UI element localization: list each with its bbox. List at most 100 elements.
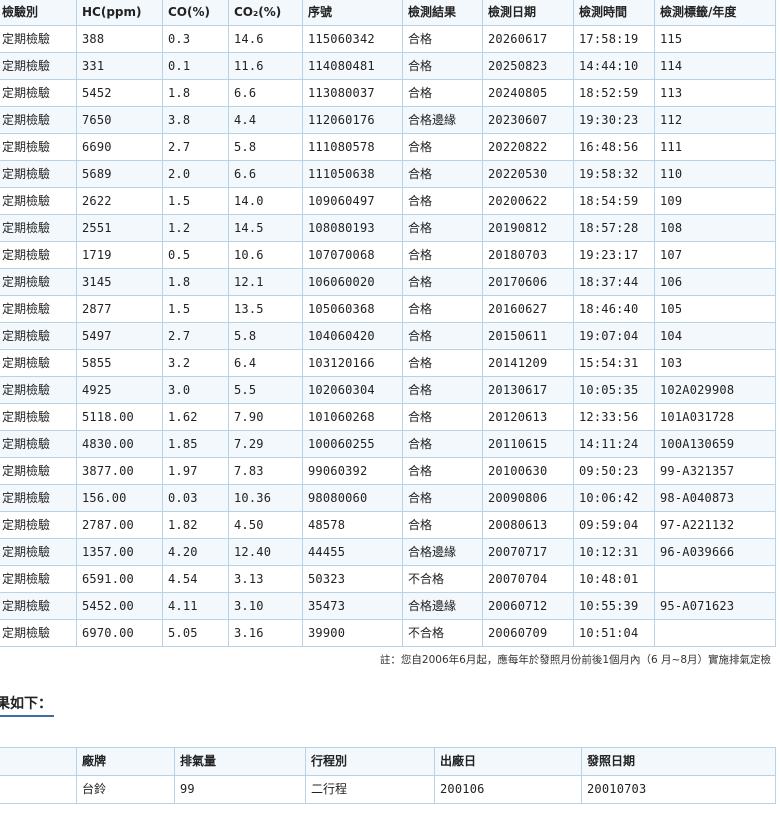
vehicle-header-row: 廠牌 排氣量 行程別 出廠日 發照日期 <box>0 747 776 776</box>
cell-co: 2.0 <box>162 160 229 188</box>
cell-co2: 14.6 <box>228 25 303 53</box>
table-row: 定期檢驗 1357.00 4.20 12.40 44455 合格邊緣 20070717 10:… <box>0 538 776 566</box>
cell-date: 20170606 <box>482 268 574 296</box>
cell-co: 2.7 <box>162 133 229 161</box>
cell-date: 20220822 <box>482 133 574 161</box>
cell-result: 合格 <box>402 322 483 350</box>
cell-inspection-type: 定期檢驗 <box>0 268 77 296</box>
cell-co2: 5.8 <box>228 133 303 161</box>
cell-inspection-type: 定期檢驗 <box>0 349 77 377</box>
cell-hc: 5452.00 <box>76 592 163 620</box>
cell-hc: 2551 <box>76 214 163 242</box>
cell-result: 合格邊緣 <box>402 592 483 620</box>
cell-time: 09:59:04 <box>573 511 655 539</box>
cell-co2: 6.4 <box>228 349 303 377</box>
cell-result: 合格 <box>402 160 483 188</box>
cell-co2: 6.6 <box>228 79 303 107</box>
inspection-table-header: 檢驗別 HC(ppm) CO(%) CO₂(%) 序號 檢測結果 檢測日期 檢測… <box>0 0 776 26</box>
cell-co2: 6.6 <box>228 160 303 188</box>
cell-hc: 388 <box>76 25 163 53</box>
cell-hc: 6591.00 <box>76 565 163 593</box>
cell-result: 合格 <box>402 376 483 404</box>
cell-date: 20100630 <box>482 457 574 485</box>
cell-hc: 156.00 <box>76 484 163 512</box>
cell-co: 4.11 <box>162 592 229 620</box>
cell-result: 合格 <box>402 187 483 215</box>
cell-date: 20240805 <box>482 79 574 107</box>
page-wrapper: 檢驗別 HC(ppm) CO(%) CO₂(%) 序號 檢測結果 檢測日期 檢測… <box>0 0 776 804</box>
cell-result: 合格 <box>402 133 483 161</box>
cell-label-year: 110 <box>654 160 776 188</box>
cell-hc: 5452 <box>76 79 163 107</box>
cell-hc: 5689 <box>76 160 163 188</box>
header-date: 檢測日期 <box>482 0 574 26</box>
cell-label-year: 111 <box>654 133 776 161</box>
cell-inspection-type: 定期檢驗 <box>0 484 77 512</box>
cell-co2: 12.1 <box>228 268 303 296</box>
cell-hc: 6690 <box>76 133 163 161</box>
cell-date: 20190812 <box>482 214 574 242</box>
cell-label-year: 107 <box>654 241 776 269</box>
cell-date: 20200622 <box>482 187 574 215</box>
header-label-year: 檢測標籤/年度 <box>654 0 776 26</box>
cell-hc: 2622 <box>76 187 163 215</box>
header-co: CO(%) <box>162 0 229 26</box>
cell-inspection-type: 定期檢驗 <box>0 52 77 80</box>
header-co2: CO₂(%) <box>228 0 303 26</box>
cell-serial: 111080578 <box>302 133 403 161</box>
cell-time: 18:52:59 <box>573 79 655 107</box>
table-row: 定期檢驗 2877 1.5 13.5 105060368 合格 20160627 18:46:… <box>0 295 776 323</box>
cell-co: 1.5 <box>162 295 229 323</box>
cell-co: 1.82 <box>162 511 229 539</box>
cell-serial: 48578 <box>302 511 403 539</box>
inspection-table-body: 定期檢驗 388 0.3 14.6 115060342 合格 20260617 17:58:1… <box>0 25 776 647</box>
cell-date: 20070704 <box>482 565 574 593</box>
cell-date: 20090806 <box>482 484 574 512</box>
cell-inspection-type: 定期檢驗 <box>0 565 77 593</box>
cell-hc: 5855 <box>76 349 163 377</box>
cell-result: 合格 <box>402 268 483 296</box>
cell-inspection-type: 定期檢驗 <box>0 592 77 620</box>
cell-date: 20141209 <box>482 349 574 377</box>
cell-result: 合格 <box>402 52 483 80</box>
cell-label-year: 96-A039666 <box>654 538 776 566</box>
table-row: 定期檢驗 5497 2.7 5.8 104060420 合格 20150611 19:07:0… <box>0 322 776 350</box>
cell-co2: 14.0 <box>228 187 303 215</box>
cell-serial: 115060342 <box>302 25 403 53</box>
cell-serial: 106060020 <box>302 268 403 296</box>
cell-hc: 2787.00 <box>76 511 163 539</box>
cell-serial: 98080060 <box>302 484 403 512</box>
cell-co2: 10.36 <box>228 484 303 512</box>
cell-serial: 107070068 <box>302 241 403 269</box>
cell-co: 0.03 <box>162 484 229 512</box>
vehicle-header-issue-date: 發照日期 <box>581 747 776 776</box>
cell-label-year: 108 <box>654 214 776 242</box>
cell-label-year: 113 <box>654 79 776 107</box>
header-result: 檢測結果 <box>402 0 483 26</box>
table-row: 定期檢驗 5118.00 1.62 7.90 101060268 合格 20120613 12… <box>0 403 776 431</box>
cell-hc: 7650 <box>76 106 163 134</box>
table-row: 定期檢驗 5855 3.2 6.4 103120166 合格 20141209 15:54:3… <box>0 349 776 377</box>
table-row: 定期檢驗 1719 0.5 10.6 107070068 合格 20180703 19:23:… <box>0 241 776 269</box>
cell-inspection-type: 定期檢驗 <box>0 403 77 431</box>
cell-serial: 39900 <box>302 619 403 647</box>
cell-inspection-type: 定期檢驗 <box>0 457 77 485</box>
cell-co: 4.54 <box>162 565 229 593</box>
cell-serial: 111050638 <box>302 160 403 188</box>
cell-co: 0.1 <box>162 52 229 80</box>
cell-serial: 108080193 <box>302 214 403 242</box>
inspection-table: 檢驗別 HC(ppm) CO(%) CO₂(%) 序號 檢測結果 檢測日期 檢測… <box>0 0 776 647</box>
cell-result: 合格 <box>402 403 483 431</box>
cell-result: 合格 <box>402 25 483 53</box>
cell-serial: 102060304 <box>302 376 403 404</box>
cell-co: 5.05 <box>162 619 229 647</box>
cell-co: 1.8 <box>162 268 229 296</box>
cell-result: 不合格 <box>402 565 483 593</box>
cell-co: 3.0 <box>162 376 229 404</box>
cell-date: 20080613 <box>482 511 574 539</box>
cell-result: 合格 <box>402 511 483 539</box>
cell-time: 19:30:23 <box>573 106 655 134</box>
cell-time: 18:54:59 <box>573 187 655 215</box>
inspection-note: 註：您自2006年6月起，應每年於發照月份前後1個月內（6 月~8月）實施排氣定… <box>379 654 771 666</box>
header-time: 檢測時間 <box>573 0 655 26</box>
